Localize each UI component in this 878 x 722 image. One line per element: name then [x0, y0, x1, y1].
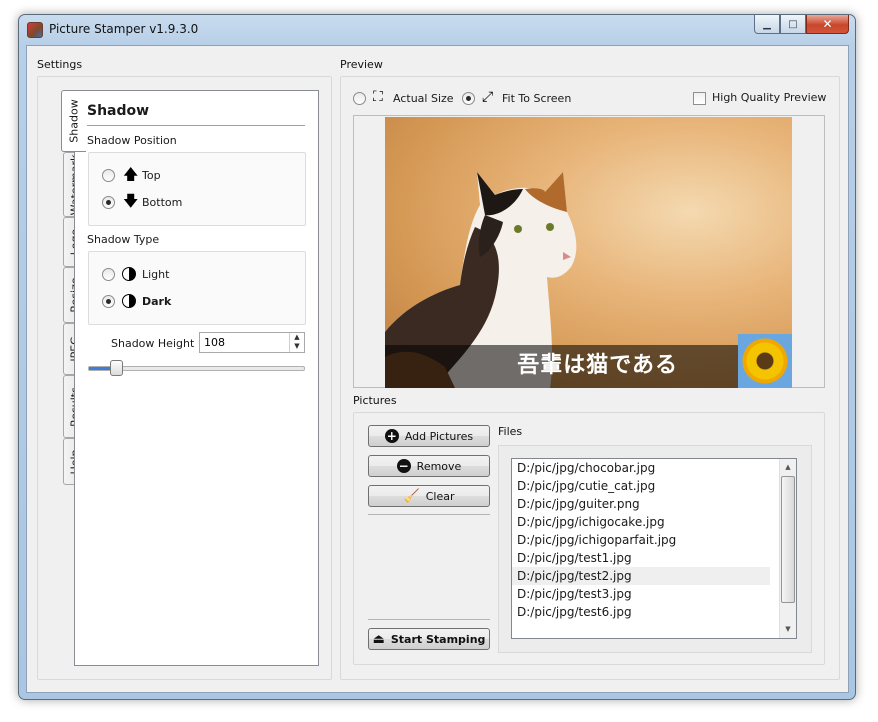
preview-panel: ⛶ Actual Size ⤢ Fit To Screen High Quali…	[340, 76, 840, 680]
radio-top-label[interactable]: Top	[142, 169, 161, 182]
file-list-item[interactable]: D:/pic/jpg/guiter.png	[512, 495, 770, 513]
stamp-icon: ⏏	[372, 631, 385, 647]
preview-image: 吾輩は猫である	[385, 117, 792, 388]
fit-screen-icon: ⤢	[482, 89, 494, 105]
sunflower-logo	[738, 334, 792, 388]
high-quality-checkbox[interactable]	[693, 92, 706, 105]
radio-bottom[interactable]	[102, 196, 115, 209]
heading-divider	[87, 125, 305, 126]
shadow-height-label: Shadow Height :	[111, 337, 202, 350]
remove-label: Remove	[416, 459, 462, 473]
file-list-item[interactable]: D:/pic/jpg/test2.jpg	[512, 567, 770, 585]
shadow-type-label: Shadow Type	[87, 233, 160, 246]
radio-fit-to-screen[interactable]	[462, 92, 475, 105]
pictures-group-label: Pictures	[353, 394, 397, 407]
file-list-item[interactable]: D:/pic/jpg/test1.jpg	[512, 549, 770, 567]
pictures-panel: + Add Pictures − Remove 🧹 Clear ⏏ Start …	[353, 412, 825, 665]
scroll-down-icon[interactable]: ▼	[780, 621, 796, 638]
radio-light[interactable]	[102, 268, 115, 281]
files-listbox[interactable]: D:/pic/jpg/chocobar.jpg D:/pic/jpg/cutie_…	[511, 458, 797, 639]
shadow-tab-page: Shadow Shadow Position 🡅 Top 🡇 Bottom Sh…	[74, 90, 319, 666]
settings-group-label: Settings	[37, 58, 83, 71]
tab-label: Shadow	[67, 99, 81, 143]
button-separator	[368, 619, 490, 620]
start-stamping-label: Start Stamping	[390, 632, 486, 646]
plus-icon: +	[384, 429, 399, 443]
minimize-button[interactable]: ▁	[754, 15, 780, 34]
preview-group-label: Preview	[340, 58, 383, 71]
preview-viewport: 吾輩は猫である	[353, 115, 825, 388]
arrow-down-icon: 🡇	[123, 192, 139, 210]
shadow-position-box: 🡅 Top 🡇 Bottom	[88, 152, 306, 226]
stamp-text: 吾輩は猫である	[517, 353, 678, 378]
shadow-height-input[interactable]	[200, 333, 288, 352]
shadow-type-box: Light Dark	[88, 251, 306, 325]
clear-button[interactable]: 🧹 Clear	[368, 485, 490, 507]
button-separator	[368, 514, 490, 515]
radio-actual-size[interactable]	[353, 92, 366, 105]
add-pictures-label: Add Pictures	[404, 429, 474, 443]
shadow-heading: Shadow	[87, 103, 150, 119]
tab-shadow[interactable]: Shadow	[61, 90, 86, 152]
file-list-item[interactable]: D:/pic/jpg/chocobar.jpg	[512, 459, 770, 477]
arrow-up-icon: 🡅	[123, 165, 139, 183]
close-button[interactable]: ✕	[806, 15, 849, 34]
settings-panel: Shadow Watermark Logo Resize JPEG Result…	[37, 76, 332, 680]
minus-icon: −	[396, 459, 411, 473]
add-pictures-button[interactable]: + Add Pictures	[368, 425, 490, 447]
file-list-item[interactable]: D:/pic/jpg/cutie_cat.jpg	[512, 477, 770, 495]
files-panel: D:/pic/jpg/chocobar.jpg D:/pic/jpg/cutie_…	[498, 445, 812, 653]
high-quality-label[interactable]: High Quality Preview	[712, 91, 826, 104]
broom-icon: 🧹	[403, 488, 420, 504]
scroll-thumb[interactable]	[781, 476, 795, 603]
files-scrollbar[interactable]: ▲ ▼	[779, 459, 796, 638]
spinner-arrows[interactable]: ▲ ▼	[289, 333, 304, 352]
radio-light-label[interactable]: Light	[142, 268, 169, 281]
actual-size-label[interactable]: Actual Size	[393, 92, 454, 105]
contrast-icon	[122, 294, 136, 308]
shadow-position-label: Shadow Position	[87, 134, 177, 147]
radio-dark[interactable]	[102, 295, 115, 308]
caption-buttons: ▁ □ ✕	[754, 15, 849, 34]
remove-button[interactable]: − Remove	[368, 455, 490, 477]
file-list-item[interactable]: D:/pic/jpg/ichigoparfait.jpg	[512, 531, 770, 549]
file-list-item[interactable]: D:/pic/jpg/test3.jpg	[512, 585, 770, 603]
file-list-item[interactable]: D:/pic/jpg/test6.jpg	[512, 603, 770, 621]
contrast-icon	[122, 267, 136, 281]
maximize-button[interactable]: □	[780, 15, 806, 34]
slider-thumb[interactable]	[110, 360, 124, 376]
start-stamping-button[interactable]: ⏏ Start Stamping	[368, 628, 490, 650]
app-window: Picture Stamper v1.9.3.0 ▁ □ ✕ Settings …	[18, 14, 856, 700]
file-list-item[interactable]: D:/pic/jpg/ichigocake.jpg	[512, 513, 770, 531]
app-icon	[27, 22, 43, 38]
spin-down-icon[interactable]: ▼	[290, 342, 304, 351]
scroll-up-icon[interactable]: ▲	[780, 459, 796, 476]
spin-up-icon[interactable]: ▲	[290, 333, 304, 342]
window-title: Picture Stamper v1.9.3.0	[49, 22, 199, 36]
client-area: Settings Shadow Watermark Logo Resize JP…	[26, 45, 849, 693]
files-label: Files	[498, 425, 523, 438]
expand-icon: ⛶	[373, 89, 383, 105]
title-bar[interactable]: Picture Stamper v1.9.3.0 ▁ □ ✕	[19, 15, 855, 45]
shadow-height-spinner[interactable]: ▲ ▼	[199, 332, 305, 353]
radio-bottom-label[interactable]: Bottom	[142, 196, 182, 209]
fit-to-screen-label[interactable]: Fit To Screen	[502, 92, 571, 105]
clear-label: Clear	[425, 489, 455, 503]
radio-top[interactable]	[102, 169, 115, 182]
radio-dark-label[interactable]: Dark	[142, 295, 171, 308]
